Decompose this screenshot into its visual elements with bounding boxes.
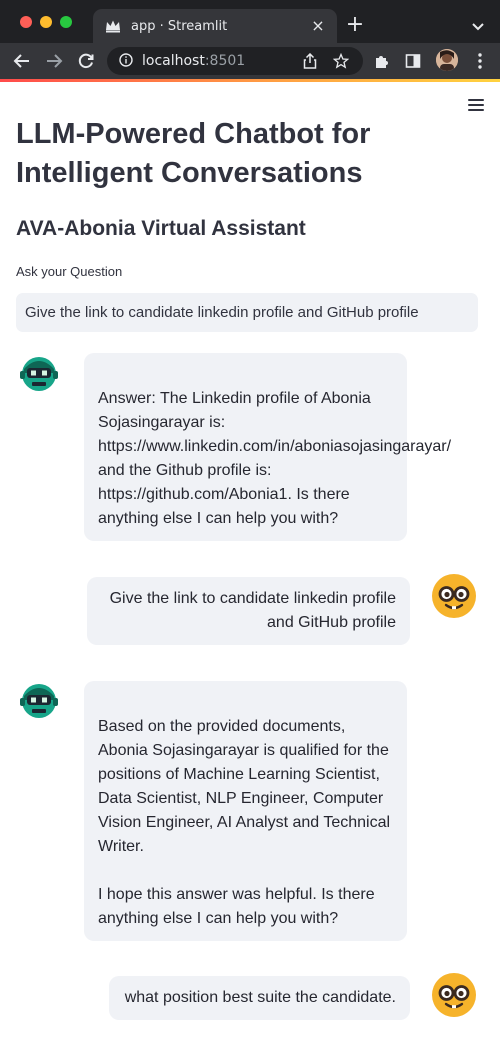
window-controls bbox=[20, 16, 72, 28]
question-input-label: Ask your Question bbox=[16, 264, 123, 279]
page-title: LLM-Powered Chatbot for Intelligent Conv… bbox=[16, 118, 371, 189]
close-traffic-light[interactable] bbox=[20, 16, 32, 28]
zoom-traffic-light[interactable] bbox=[60, 16, 72, 28]
url-port: :8501 bbox=[204, 53, 246, 69]
browser-tab[interactable]: app · Streamlit × bbox=[93, 9, 337, 43]
hamburger-menu-icon[interactable] bbox=[468, 99, 484, 111]
user-message: Give the link to candidate linkedin prof… bbox=[87, 577, 410, 645]
back-arrow-icon[interactable] bbox=[12, 51, 32, 71]
new-tab-button[interactable]: + bbox=[344, 14, 366, 36]
minimize-traffic-light[interactable] bbox=[40, 16, 52, 28]
share-icon[interactable] bbox=[303, 52, 317, 73]
more-vert-icon[interactable] bbox=[470, 51, 490, 71]
bot-message: Answer: The Linkedin profile of Abonia S… bbox=[84, 353, 451, 541]
address-bar[interactable]: localhost:8501 bbox=[107, 47, 363, 75]
extensions-icon[interactable] bbox=[372, 51, 392, 71]
chevron-down-icon[interactable] bbox=[468, 16, 488, 36]
url-host: localhost bbox=[142, 53, 205, 69]
accent-line bbox=[0, 79, 500, 82]
robot-avatar-icon bbox=[18, 682, 60, 724]
robot-avatar-icon bbox=[18, 355, 60, 397]
sidebar-icon[interactable] bbox=[403, 51, 423, 71]
question-input[interactable]: Give the link to candidate linkedin prof… bbox=[16, 293, 478, 332]
info-icon[interactable] bbox=[119, 52, 133, 71]
page-subtitle: AVA-Abonia Virtual Assistant bbox=[16, 217, 306, 240]
tab-title: app · Streamlit bbox=[131, 18, 228, 34]
nerd-face-avatar-icon bbox=[431, 573, 477, 619]
user-message: what position best suite the candidate. bbox=[109, 976, 410, 1020]
forward-arrow-icon[interactable] bbox=[44, 51, 64, 71]
browser-toolbar: localhost:8501 bbox=[0, 43, 500, 79]
nerd-face-avatar-icon bbox=[431, 972, 477, 1018]
bot-message: Based on the provided documents, Abonia … bbox=[84, 681, 407, 941]
browser-chrome: app · Streamlit × + localhost:8501 bbox=[0, 0, 500, 82]
tab-close-icon[interactable]: × bbox=[309, 17, 327, 35]
streamlit-crown-icon bbox=[105, 18, 121, 34]
profile-avatar[interactable] bbox=[436, 49, 458, 71]
star-icon[interactable] bbox=[332, 52, 350, 73]
reload-icon[interactable] bbox=[76, 51, 96, 71]
